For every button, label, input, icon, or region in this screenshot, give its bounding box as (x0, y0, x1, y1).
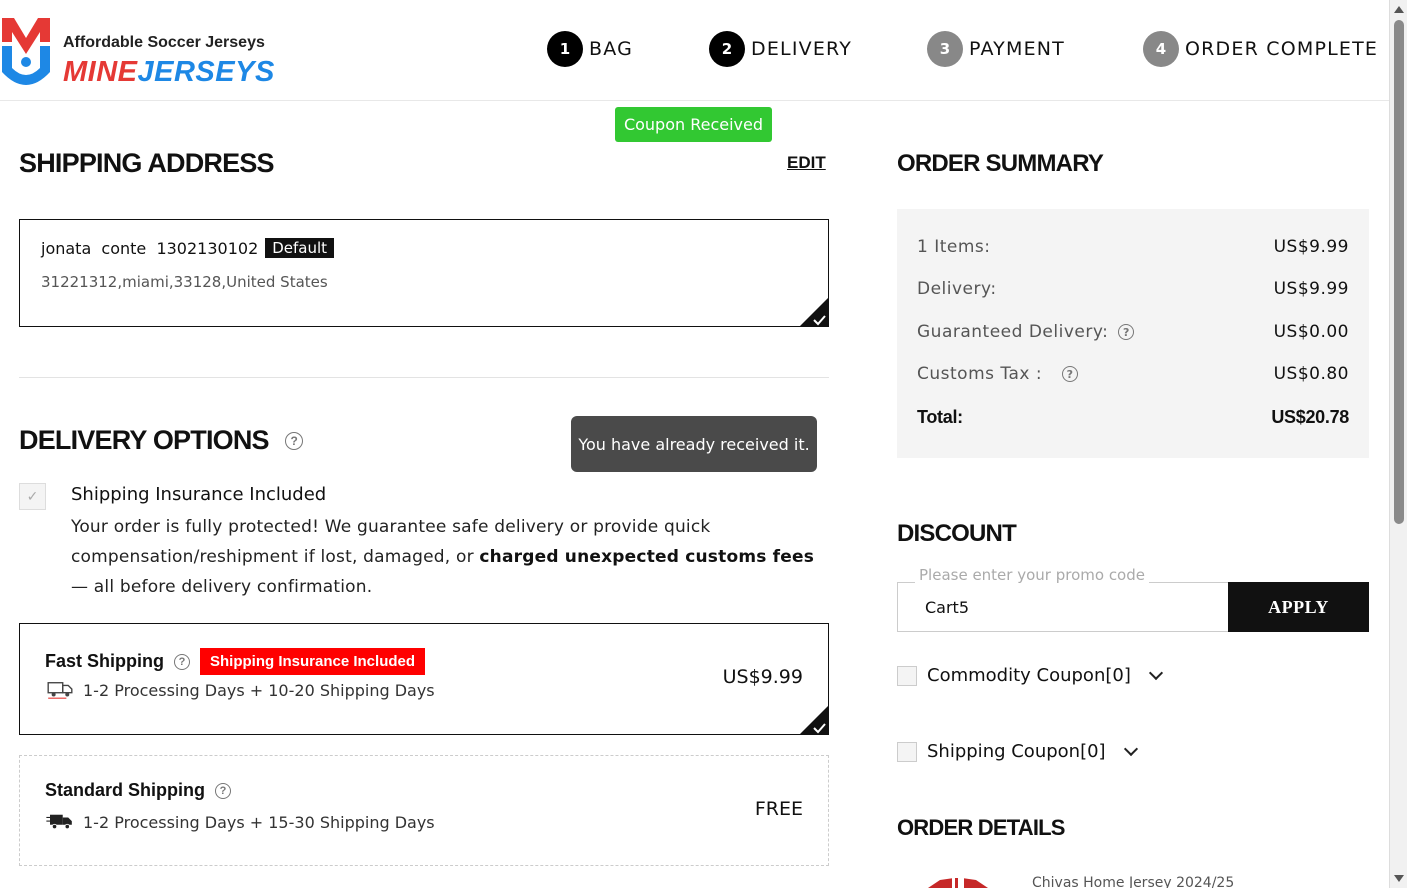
step-label: ORDER COMPLETE (1185, 38, 1379, 60)
shipping-price: US$9.99 (722, 666, 803, 688)
help-icon[interactable]: ? (174, 653, 190, 670)
fast-shipping-icon (47, 682, 73, 699)
step-order-complete: 4 ORDER COMPLETE (1143, 31, 1378, 67)
address-card[interactable]: jonata conte 1302130102 Default 31221312… (19, 219, 829, 327)
scrollbar-thumb[interactable] (1394, 20, 1404, 524)
brand-logo[interactable]: Affordable Soccer Jerseys MINEJERSEYS (0, 12, 300, 90)
commodity-coupon-toggle[interactable]: Commodity Coupon[0] (897, 665, 1163, 686)
edit-address-link[interactable]: EDIT (787, 153, 826, 173)
address-line: 31221312,miami,33128,United States (41, 273, 328, 291)
shipping-coupon-checkbox[interactable] (897, 741, 917, 762)
step-label: BAG (589, 38, 634, 60)
shipping-days: 1-2 Processing Days + 15-30 Shipping Day… (45, 812, 435, 832)
brand-tagline: Affordable Soccer Jerseys (63, 34, 265, 51)
step-number: 2 (709, 31, 745, 67)
selected-check-icon (799, 297, 829, 327)
logo-mark-icon (2, 18, 50, 85)
step-label: DELIVERY (751, 38, 853, 60)
help-icon[interactable]: ? (284, 431, 303, 450)
step-number: 3 (927, 31, 963, 67)
scroll-up-arrow-icon[interactable] (1394, 6, 1404, 13)
site-header: Affordable Soccer Jerseys MINEJERSEYS 1 … (0, 0, 1389, 101)
step-number: 4 (1143, 31, 1179, 67)
discount-heading: DISCOUNT (897, 520, 1017, 547)
order-details-heading: ORDER DETAILS (897, 815, 1065, 840)
address-name-row: jonata conte 1302130102 Default (41, 238, 335, 258)
commodity-coupon-label: Commodity Coupon[0] (927, 665, 1131, 686)
apply-promo-button[interactable]: APPLY (1228, 582, 1369, 632)
truck-icon (46, 814, 72, 830)
product-name[interactable]: Chivas Home Jersey 2024/25 (1032, 875, 1234, 888)
step-label: PAYMENT (969, 38, 1065, 60)
shipping-option-fast[interactable]: Fast Shipping ? Shipping Insurance Inclu… (19, 623, 829, 735)
summary-row-guaranteed-delivery: Guaranteed Delivery:? US$0.00 (917, 322, 1349, 342)
brand-name: MINEJERSEYS (63, 56, 275, 88)
shipping-address-heading: SHIPPING ADDRESS (19, 148, 275, 178)
already-received-tooltip: You have already received it. (571, 416, 817, 472)
help-icon[interactable]: ? (1118, 324, 1135, 340)
chevron-down-icon[interactable] (1148, 665, 1163, 680)
summary-row-delivery: Delivery: US$9.99 (917, 279, 1349, 299)
promo-code-input[interactable] (897, 582, 1228, 632)
step-number: 1 (547, 31, 583, 67)
delivery-options-heading: DELIVERY OPTIONS ? (19, 425, 303, 456)
help-icon[interactable]: ? (1062, 366, 1079, 382)
insurance-title: Shipping Insurance Included (71, 484, 327, 505)
shipping-price: FREE (754, 798, 803, 820)
coupon-received-toast: Coupon Received (615, 107, 772, 142)
recipient-name: jonata conte 1302130102 (41, 238, 259, 258)
step-payment: 3 PAYMENT (927, 31, 1065, 67)
chevron-down-icon[interactable] (1123, 741, 1138, 756)
product-thumbnail[interactable] (918, 876, 998, 888)
order-summary-box: 1 Items: US$9.99 Delivery: US$9.99 Guara… (897, 209, 1369, 458)
step-bag[interactable]: 1 BAG (547, 31, 633, 67)
page-scrollbar[interactable] (1389, 0, 1407, 888)
section-divider (19, 377, 829, 378)
shipping-option-title: Fast Shipping ? Shipping Insurance Inclu… (45, 648, 426, 675)
order-summary-heading: ORDER SUMMARY (897, 150, 1104, 177)
step-delivery[interactable]: 2 DELIVERY (709, 31, 852, 67)
help-icon[interactable]: ? (215, 782, 231, 799)
insurance-description: Your order is fully protected! We guaran… (71, 517, 815, 597)
scroll-down-arrow-icon[interactable] (1394, 875, 1404, 882)
shipping-option-standard[interactable]: Standard Shipping ? 1-2 Processing Days … (19, 755, 829, 866)
shipping-coupon-toggle[interactable]: Shipping Coupon[0] (897, 741, 1138, 762)
insurance-checkbox[interactable]: ✓ (19, 483, 46, 510)
summary-row-customs-tax: Customs Tax :? US$0.80 (917, 364, 1349, 384)
insurance-badge: Shipping Insurance Included (200, 648, 426, 675)
commodity-coupon-checkbox[interactable] (897, 665, 917, 686)
default-badge: Default (265, 238, 335, 258)
summary-row-total: Total: US$20.78 (917, 407, 1349, 427)
shipping-days: 1-2 Processing Days + 10-20 Shipping Day… (45, 680, 435, 700)
selected-check-icon (799, 705, 829, 735)
promo-code-label: Please enter your promo code (915, 566, 1149, 584)
shipping-coupon-label: Shipping Coupon[0] (927, 741, 1106, 762)
summary-row-items: 1 Items: US$9.99 (917, 237, 1349, 257)
shipping-option-title: Standard Shipping ? (45, 780, 231, 801)
